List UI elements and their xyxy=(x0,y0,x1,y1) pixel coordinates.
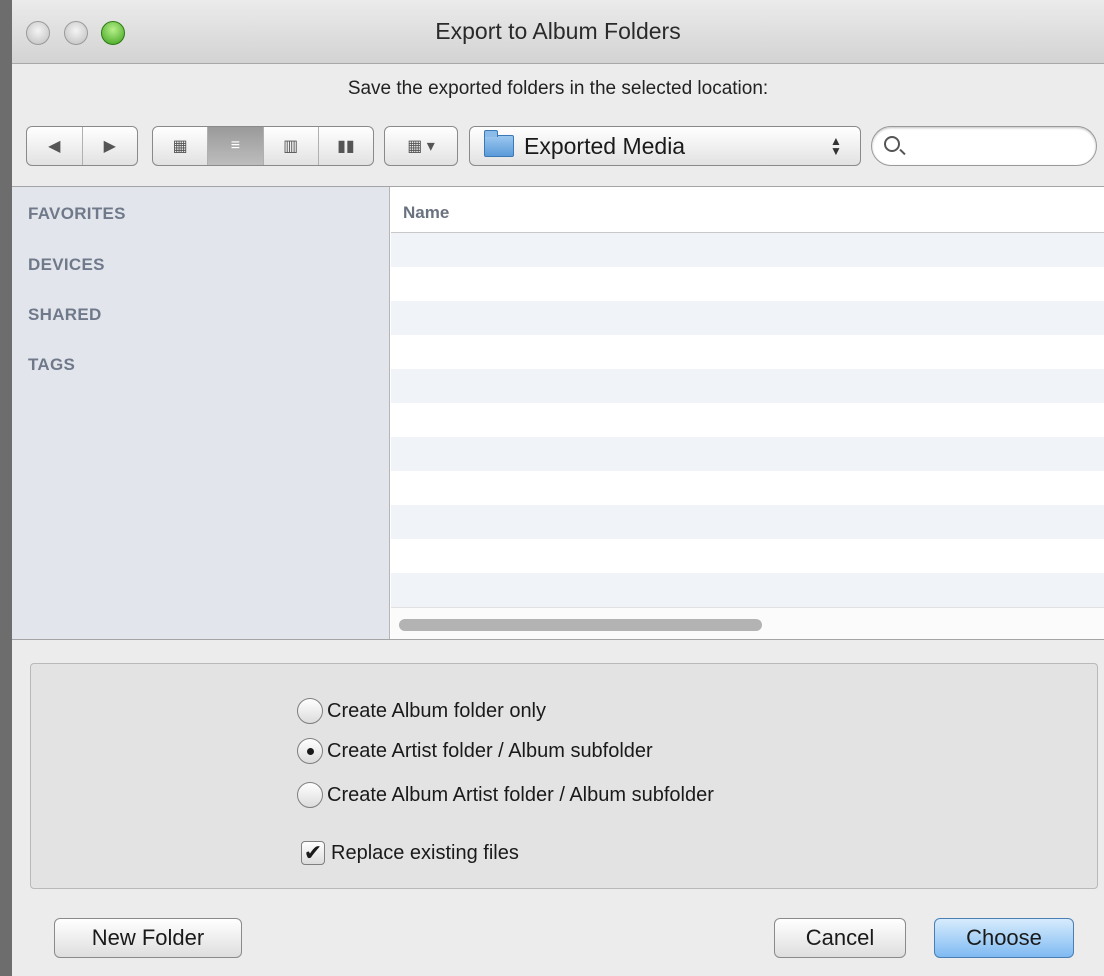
cover-flow-button[interactable]: ▮▮ xyxy=(319,127,373,165)
cover-flow-icon: ▮▮ xyxy=(337,138,355,155)
location-prompt: Save the exported folders in the selecte… xyxy=(347,78,769,99)
sidebar-section-favorites[interactable]: FAVORITES xyxy=(28,204,126,224)
list-row xyxy=(391,369,1104,403)
forward-button[interactable]: ▶ xyxy=(83,127,138,165)
up-down-arrows-icon: ▲ ▼ xyxy=(830,134,842,158)
sidebar: FAVORITES DEVICES SHARED TAGS xyxy=(12,187,390,639)
search-icon xyxy=(884,136,900,152)
window-title: Export to Album Folders xyxy=(435,18,681,44)
replace-existing-files-option[interactable]: ✔ Replace existing files xyxy=(301,838,519,868)
column-view-button[interactable]: ▥ xyxy=(264,127,319,165)
sidebar-section-devices[interactable]: DEVICES xyxy=(28,255,105,275)
checkbox-label: Replace existing files xyxy=(331,841,519,864)
sidebar-section-shared[interactable]: SHARED xyxy=(28,305,102,325)
back-arrow-icon: ◀ xyxy=(48,138,61,155)
icon-view-button[interactable]: ▦ xyxy=(153,127,209,165)
list-row xyxy=(391,437,1104,471)
export-dialog: Export to Album Folders Save the exporte… xyxy=(0,0,1104,976)
grid-icon: ▦ xyxy=(172,138,188,155)
sidebar-section-tags[interactable]: TAGS xyxy=(28,355,75,375)
list-icon: ≡ xyxy=(230,137,241,154)
list-row xyxy=(391,573,1104,607)
view-mode-control: ▦ ≡ ▥ ▮▮ xyxy=(152,126,374,166)
columns-icon: ▥ xyxy=(283,138,299,155)
list-row xyxy=(391,267,1104,301)
list-row xyxy=(391,403,1104,437)
radio-button[interactable] xyxy=(297,782,323,808)
name-column-header[interactable]: Name xyxy=(391,187,1104,233)
list-row xyxy=(391,539,1104,573)
list-view-button[interactable]: ≡ xyxy=(208,127,264,165)
search-field[interactable] xyxy=(871,126,1097,166)
file-list[interactable]: Name xyxy=(391,187,1104,639)
scrollbar-thumb[interactable] xyxy=(399,619,762,631)
list-row xyxy=(391,505,1104,539)
list-row xyxy=(391,471,1104,505)
list-row xyxy=(391,301,1104,335)
radio-button[interactable] xyxy=(297,698,323,724)
option-album-artist-album-subfolder[interactable]: Create Album Artist folder / Album subfo… xyxy=(297,780,714,810)
option-label: Create Album Artist folder / Album subfo… xyxy=(327,783,714,806)
list-row xyxy=(391,233,1104,267)
choose-button[interactable]: Choose xyxy=(934,918,1074,958)
forward-arrow-icon: ▶ xyxy=(103,138,116,155)
option-artist-album-subfolder[interactable]: Create Artist folder / Album subfolder xyxy=(297,736,653,766)
option-label: Create Artist folder / Album subfolder xyxy=(327,739,653,762)
option-album-folder-only[interactable]: Create Album folder only xyxy=(297,696,546,726)
location-label: Exported Media xyxy=(524,132,686,159)
toolbar: ◀ ▶ ▦ ≡ ▥ ▮▮ ▦ ▾ Exported Media ▲ ▼ xyxy=(12,126,1104,170)
arrange-menu-button[interactable]: ▦ ▾ xyxy=(384,126,458,166)
export-options-panel: Create Album folder only Create Artist f… xyxy=(30,663,1098,889)
option-label: Create Album folder only xyxy=(327,699,547,722)
title-bar[interactable]: Export to Album Folders xyxy=(12,0,1104,64)
radio-button-selected[interactable] xyxy=(297,738,323,764)
horizontal-scrollbar[interactable] xyxy=(391,607,1104,639)
list-row xyxy=(391,335,1104,369)
arrange-icon: ▦ ▾ xyxy=(407,138,435,155)
checkbox[interactable]: ✔ xyxy=(301,841,325,865)
file-list-rows xyxy=(391,233,1104,607)
back-forward-control: ◀ ▶ xyxy=(26,126,138,166)
back-button[interactable]: ◀ xyxy=(27,127,83,165)
file-browser: FAVORITES DEVICES SHARED TAGS Name xyxy=(12,186,1104,640)
location-popup[interactable]: Exported Media ▲ ▼ xyxy=(469,126,861,166)
folder-icon xyxy=(484,130,514,157)
new-folder-button[interactable]: New Folder xyxy=(54,918,242,958)
checkmark-icon: ✔ xyxy=(303,840,323,865)
cancel-button[interactable]: Cancel xyxy=(774,918,906,958)
